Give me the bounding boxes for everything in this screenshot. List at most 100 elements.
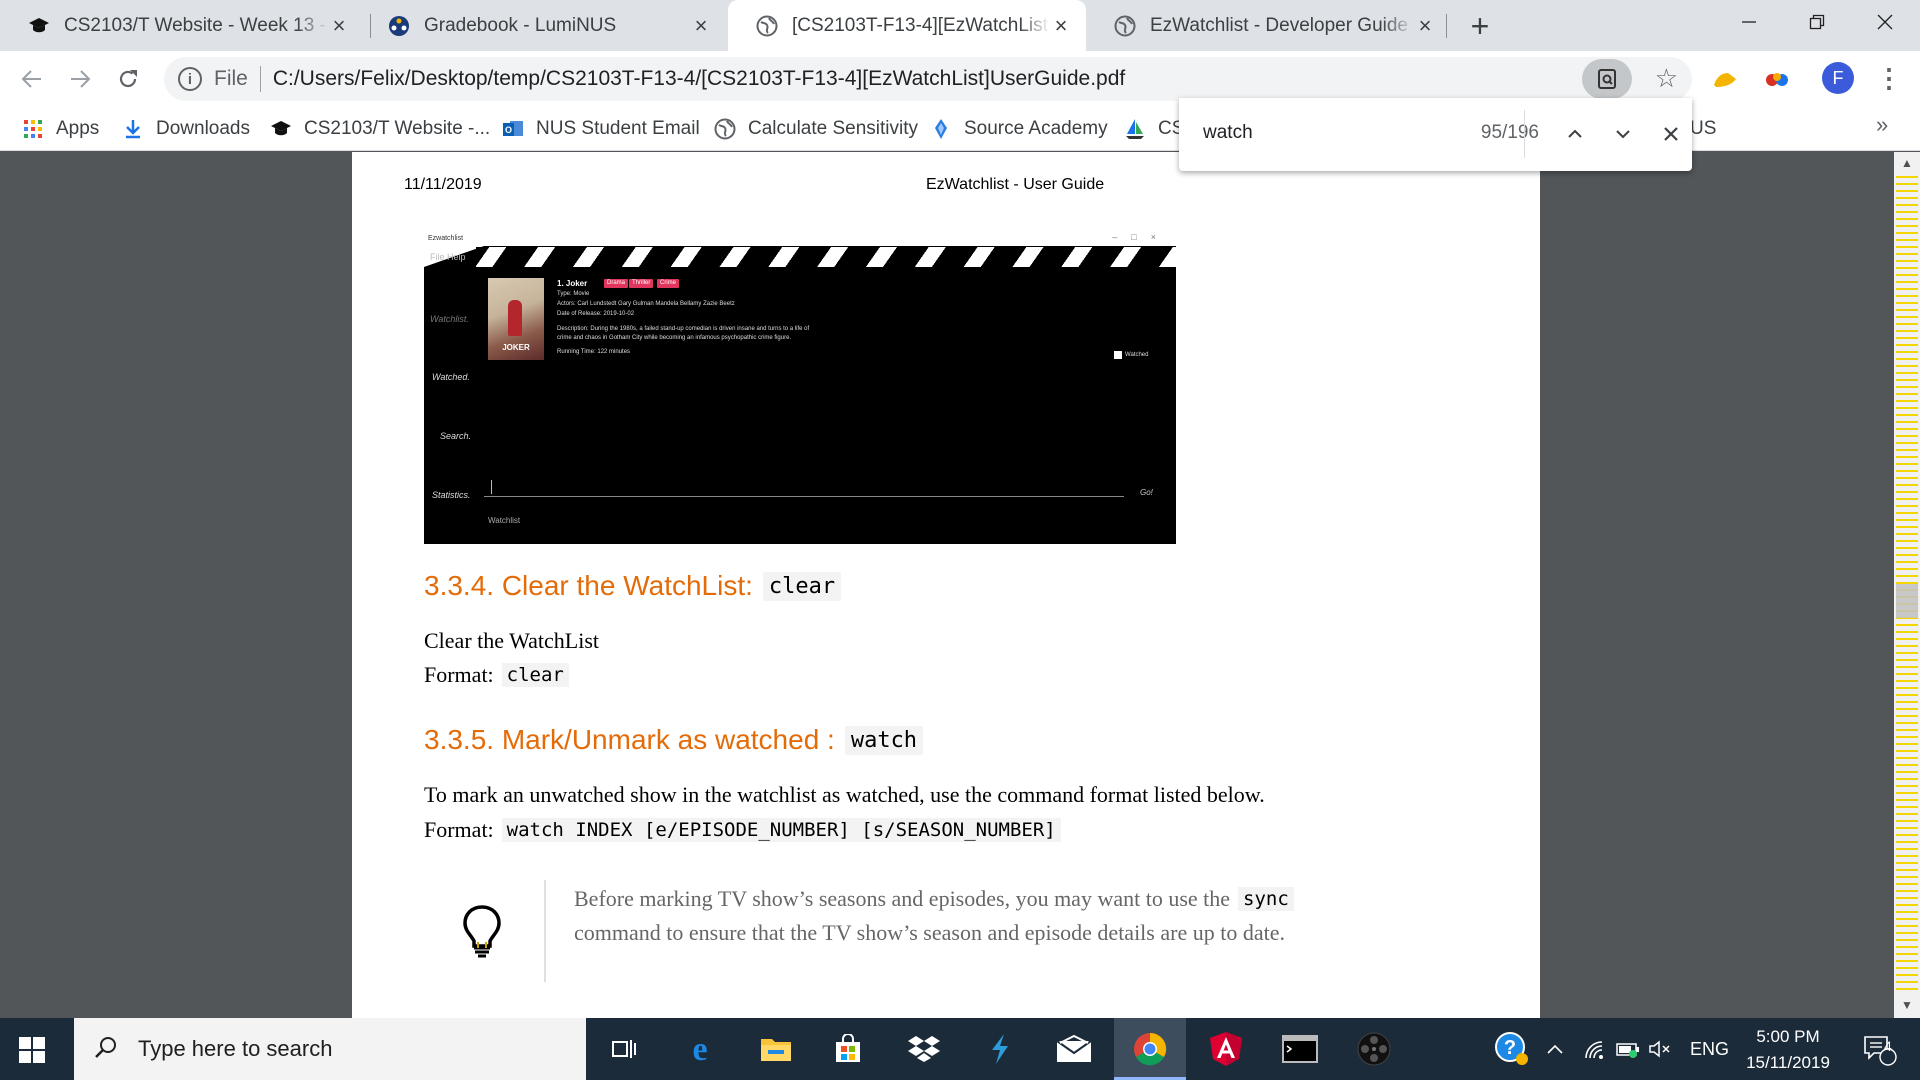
close-icon[interactable]: × (1050, 13, 1072, 38)
find-input[interactable]: watch (1203, 122, 1253, 144)
chevron-up-icon[interactable] (1557, 116, 1593, 152)
file-explorer-icon[interactable] (740, 1018, 812, 1080)
bookmark-label: Apps (56, 118, 100, 139)
bookmark-downloads[interactable]: Downloads (122, 107, 250, 151)
tab-title: CS2103/T Website - Week 13 - Pr (64, 14, 328, 36)
system-clock[interactable]: 5:00 PM 15/11/2019 (1730, 1024, 1846, 1076)
close-window-button[interactable] (1850, 0, 1920, 44)
info-icon[interactable]: i (178, 67, 202, 91)
taskbar-search[interactable]: Type here to search (74, 1018, 586, 1080)
scrollbar-thumb[interactable] (1896, 584, 1918, 618)
close-icon[interactable]: × (1414, 13, 1436, 38)
find-bar: watch 95/196 (1179, 98, 1692, 171)
find-in-page-icon[interactable] (1582, 59, 1632, 99)
vertical-scrollbar[interactable]: ▲ ▼ (1894, 152, 1920, 1018)
bookmark-label: Source Academy (964, 118, 1108, 139)
edge-icon[interactable]: e (664, 1018, 736, 1080)
store-icon[interactable] (812, 1018, 884, 1080)
url-text[interactable]: C:/Users/Felix/Desktop/temp/CS2103T-F13-… (273, 67, 1125, 91)
bookmarks-overflow-icon[interactable]: » (1876, 112, 1888, 138)
profile-avatar[interactable]: F (1822, 62, 1854, 94)
visual-studio-code-icon[interactable] (964, 1018, 1036, 1080)
menu-icon[interactable]: ⋮ (1876, 63, 1902, 94)
globe-icon (714, 118, 736, 140)
tab-cs2103-website[interactable]: CS2103/T Website - Week 13 - Pr × (0, 0, 364, 51)
new-tab-button[interactable]: + (1462, 8, 1498, 44)
address-bar[interactable]: i File C:/Users/Felix/Desktop/temp/CS210… (164, 57, 1692, 101)
minimize-button[interactable] (1714, 0, 1784, 44)
task-view-icon[interactable] (588, 1018, 660, 1080)
dropbox-icon[interactable] (888, 1018, 960, 1080)
clear-description: Clear the WatchList (424, 628, 599, 653)
bookmark-source-academy[interactable]: Source Academy (930, 107, 1108, 151)
chevron-down-icon[interactable] (1605, 116, 1641, 152)
globe-icon (756, 15, 778, 37)
battery-icon[interactable] (1616, 1018, 1640, 1080)
nav-watchlist: Watchlist. (430, 314, 469, 324)
bookmark-us[interactable]: US (1690, 107, 1716, 151)
bookmark-apps[interactable]: Apps (22, 107, 99, 151)
nav-watched: Watched. (432, 372, 470, 382)
angular-icon[interactable] (1190, 1018, 1262, 1080)
forward-button[interactable] (60, 59, 100, 99)
outlook-icon: O (502, 118, 524, 140)
tab-title: EzWatchlist - Developer Guide (1150, 14, 1409, 36)
watched-checkbox (1114, 351, 1122, 359)
clock-date: 15/11/2019 (1746, 1053, 1830, 1072)
film-reel-icon[interactable] (1338, 1018, 1410, 1080)
tab-developer-guide[interactable]: EzWatchlist - Developer Guide × (1086, 0, 1450, 51)
pdf-viewer[interactable]: 11/11/2019 EzWatchlist - User Guide Ezwa… (0, 152, 1894, 1018)
close-icon[interactable] (1653, 116, 1689, 152)
extension-icon[interactable] (1762, 65, 1792, 95)
app-title: Ezwatchlist (428, 235, 464, 242)
movie-running-time: Running Time: 122 minutes (557, 349, 631, 355)
apps-grid-icon (22, 118, 44, 140)
bookmark-star-icon[interactable]: ☆ (1655, 63, 1678, 94)
language-indicator[interactable]: ENG (1690, 1018, 1729, 1080)
extension-icon[interactable] (1710, 65, 1740, 95)
scroll-up-icon[interactable]: ▲ (1901, 156, 1913, 170)
close-icon[interactable]: × (328, 13, 350, 38)
source-academy-icon (930, 118, 952, 140)
genre-tag: Crime (657, 279, 679, 288)
movie-release: Date of Release: 2019-10-02 (557, 311, 635, 317)
tab-gradebook[interactable]: Gradebook - LumiNUS × (360, 0, 726, 51)
command-box (484, 496, 1124, 497)
nav-statistics: Statistics. (432, 490, 471, 500)
windows-start-icon[interactable] (18, 1036, 46, 1064)
command-code: watch (844, 725, 924, 755)
restore-button[interactable] (1782, 0, 1852, 44)
volume-muted-icon[interactable] (1648, 1018, 1672, 1080)
notification-count: 4 (1884, 1038, 1892, 1054)
command-prompt-icon[interactable] (1264, 1018, 1336, 1080)
bookmark-calculate-sensitivity[interactable]: Calculate Sensitivity (714, 107, 918, 151)
tab-user-guide[interactable]: [CS2103T-F13-4][EzWatchList]User × (728, 0, 1086, 51)
watch-format: Format: watch INDEX [e/EPISODE_NUMBER] [… (424, 817, 1061, 843)
mail-icon[interactable] (1038, 1018, 1110, 1080)
wifi-icon[interactable] (1582, 1018, 1606, 1080)
window-controls-icon: –□× (1112, 234, 1170, 242)
scroll-down-icon[interactable]: ▼ (1901, 998, 1913, 1012)
bookmark-cs[interactable]: CS (1124, 107, 1184, 151)
bookmark-cs2103-website[interactable]: CS2103/T Website -... (270, 107, 490, 151)
reload-button[interactable] (108, 59, 148, 99)
tip-text: command to ensure that the TV show’s sea… (574, 920, 1285, 945)
help-icon[interactable]: ? (1494, 1018, 1530, 1080)
watch-description: To mark an unwatched show in the watchli… (424, 782, 1265, 807)
command-code: clear (762, 571, 842, 601)
movie-poster-image: JOKER (488, 278, 544, 360)
url-scheme: File (214, 67, 248, 90)
tab-title: [CS2103T-F13-4][EzWatchList]User (792, 14, 1050, 36)
close-icon[interactable]: × (690, 13, 712, 38)
bookmark-nus-email[interactable]: O NUS Student Email (502, 107, 700, 151)
back-button[interactable] (12, 59, 52, 99)
globe-icon (1114, 15, 1136, 37)
bookmark-label: CS2103/T Website -... (304, 118, 491, 139)
movie-description: crime and chaos in Gotham City while bec… (557, 335, 792, 341)
movie-description: Description: During the 1980s, a failed … (557, 326, 810, 332)
chrome-icon[interactable] (1114, 1018, 1186, 1080)
movie-actors: Actors: Carl Lundstedt Gary Gulman Mande… (557, 301, 735, 307)
chevron-up-icon[interactable] (1546, 1018, 1564, 1080)
notification-center-icon[interactable]: 4 (1862, 1018, 1898, 1080)
search-icon (94, 1035, 118, 1064)
